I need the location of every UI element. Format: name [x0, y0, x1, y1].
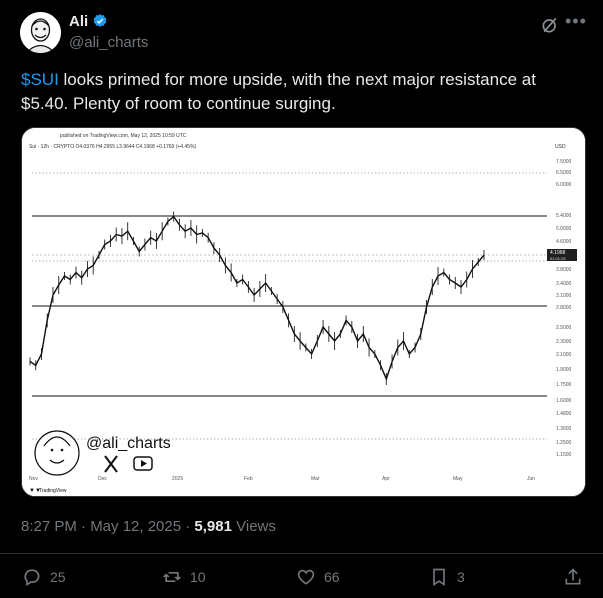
share-icon	[565, 568, 581, 585]
last-price-time: 01:01:25	[550, 256, 566, 261]
y-tick-label: 7.5000	[556, 159, 572, 165]
y-tick-label: 3.1000	[556, 293, 572, 299]
reply-button[interactable]: 25	[22, 567, 66, 587]
y-tick-label: 6.5000	[556, 170, 572, 176]
tweet-body: looks primed for more upside, with the n…	[21, 70, 536, 113]
y-tick-label: 1.2500	[556, 440, 572, 446]
share-button[interactable]	[563, 567, 583, 587]
y-tick-label: 1.4800	[556, 411, 572, 417]
avatar[interactable]	[20, 12, 61, 53]
y-tick-label: 2.1000	[556, 352, 572, 358]
cashtag-link[interactable]: $SUI	[21, 70, 59, 89]
x-tick-label: Mar	[311, 476, 320, 482]
y-tick-label: 2.3000	[556, 339, 572, 345]
y-tick-label: 1.3600	[556, 426, 572, 432]
more-icon[interactable]: •••	[565, 11, 587, 32]
y-tick-label: 2.8000	[556, 305, 572, 311]
y-tick-label: 6.0000	[556, 182, 572, 188]
price-chart: published on TradingView.com, May 12, 20…	[22, 128, 585, 496]
watermark-handle: @ali_charts	[86, 435, 171, 452]
like-count: 66	[324, 569, 340, 585]
view-count: 5,981	[194, 518, 232, 535]
y-tick-label: 1.6000	[556, 398, 572, 404]
tradingview-brand: TradingView	[39, 488, 67, 494]
chart-image[interactable]: published on TradingView.com, May 12, 20…	[21, 127, 586, 497]
x-tick-label: May	[453, 476, 463, 482]
x-tick-label: Jun	[527, 476, 535, 482]
tweet-text: $SUI looks primed for more upside, with …	[21, 68, 581, 116]
y-tick-label: 5.4000	[556, 213, 572, 219]
y-tick-label: 5.0000	[556, 226, 572, 232]
x-tick-label: 2025	[172, 476, 183, 482]
y-tick-label: 1.1500	[556, 452, 572, 458]
reply-count: 25	[50, 569, 66, 585]
like-button[interactable]: 66	[296, 567, 340, 587]
author-name[interactable]: Ali	[69, 13, 88, 30]
y-tick-label: 3.4000	[556, 281, 572, 287]
tradingview-icon: ▼▼ TradingView	[29, 488, 67, 494]
bookmark-count: 3	[457, 569, 465, 585]
tweet-timestamp[interactable]: 8:27 PM · May 12, 2025 ·	[21, 518, 194, 535]
repost-button[interactable]: 10	[162, 567, 206, 587]
like-icon	[297, 569, 315, 585]
grok-icon[interactable]	[540, 15, 560, 35]
y-tick-label: 2.5000	[556, 325, 572, 331]
bookmark-button[interactable]: 3	[429, 567, 465, 587]
bookmark-icon	[433, 568, 445, 587]
y-tick-label: 1.9000	[556, 367, 572, 373]
action-bar: 25 10 66 3	[0, 562, 603, 592]
y-tick-label: 4.6000	[556, 239, 572, 245]
chart-currency: USD	[555, 144, 566, 150]
y-tick-label: 1.7500	[556, 382, 572, 388]
tweet-meta: 8:27 PM · May 12, 2025 · 5,981 Views	[21, 518, 276, 535]
y-tick-label: 3.8000	[556, 267, 572, 273]
repost-icon	[163, 572, 181, 582]
repost-count: 10	[190, 569, 206, 585]
verified-badge-icon	[93, 14, 107, 27]
author-handle[interactable]: @ali_charts	[69, 34, 148, 51]
chart-header: Sui · 12h · CRYPTO O4.0376 H4.2955 L3.96…	[29, 144, 196, 150]
x-tick-label: Apr	[382, 476, 390, 482]
avatar-portrait-icon	[20, 12, 61, 53]
reply-icon	[24, 569, 40, 586]
x-tick-label: Dec	[98, 476, 107, 482]
chart-published: published on TradingView.com, May 12, 20…	[60, 133, 187, 139]
divider	[0, 553, 603, 554]
views-label: Views	[231, 518, 276, 535]
x-tick-label: Feb	[244, 476, 253, 482]
x-tick-label: Nov	[29, 476, 38, 482]
